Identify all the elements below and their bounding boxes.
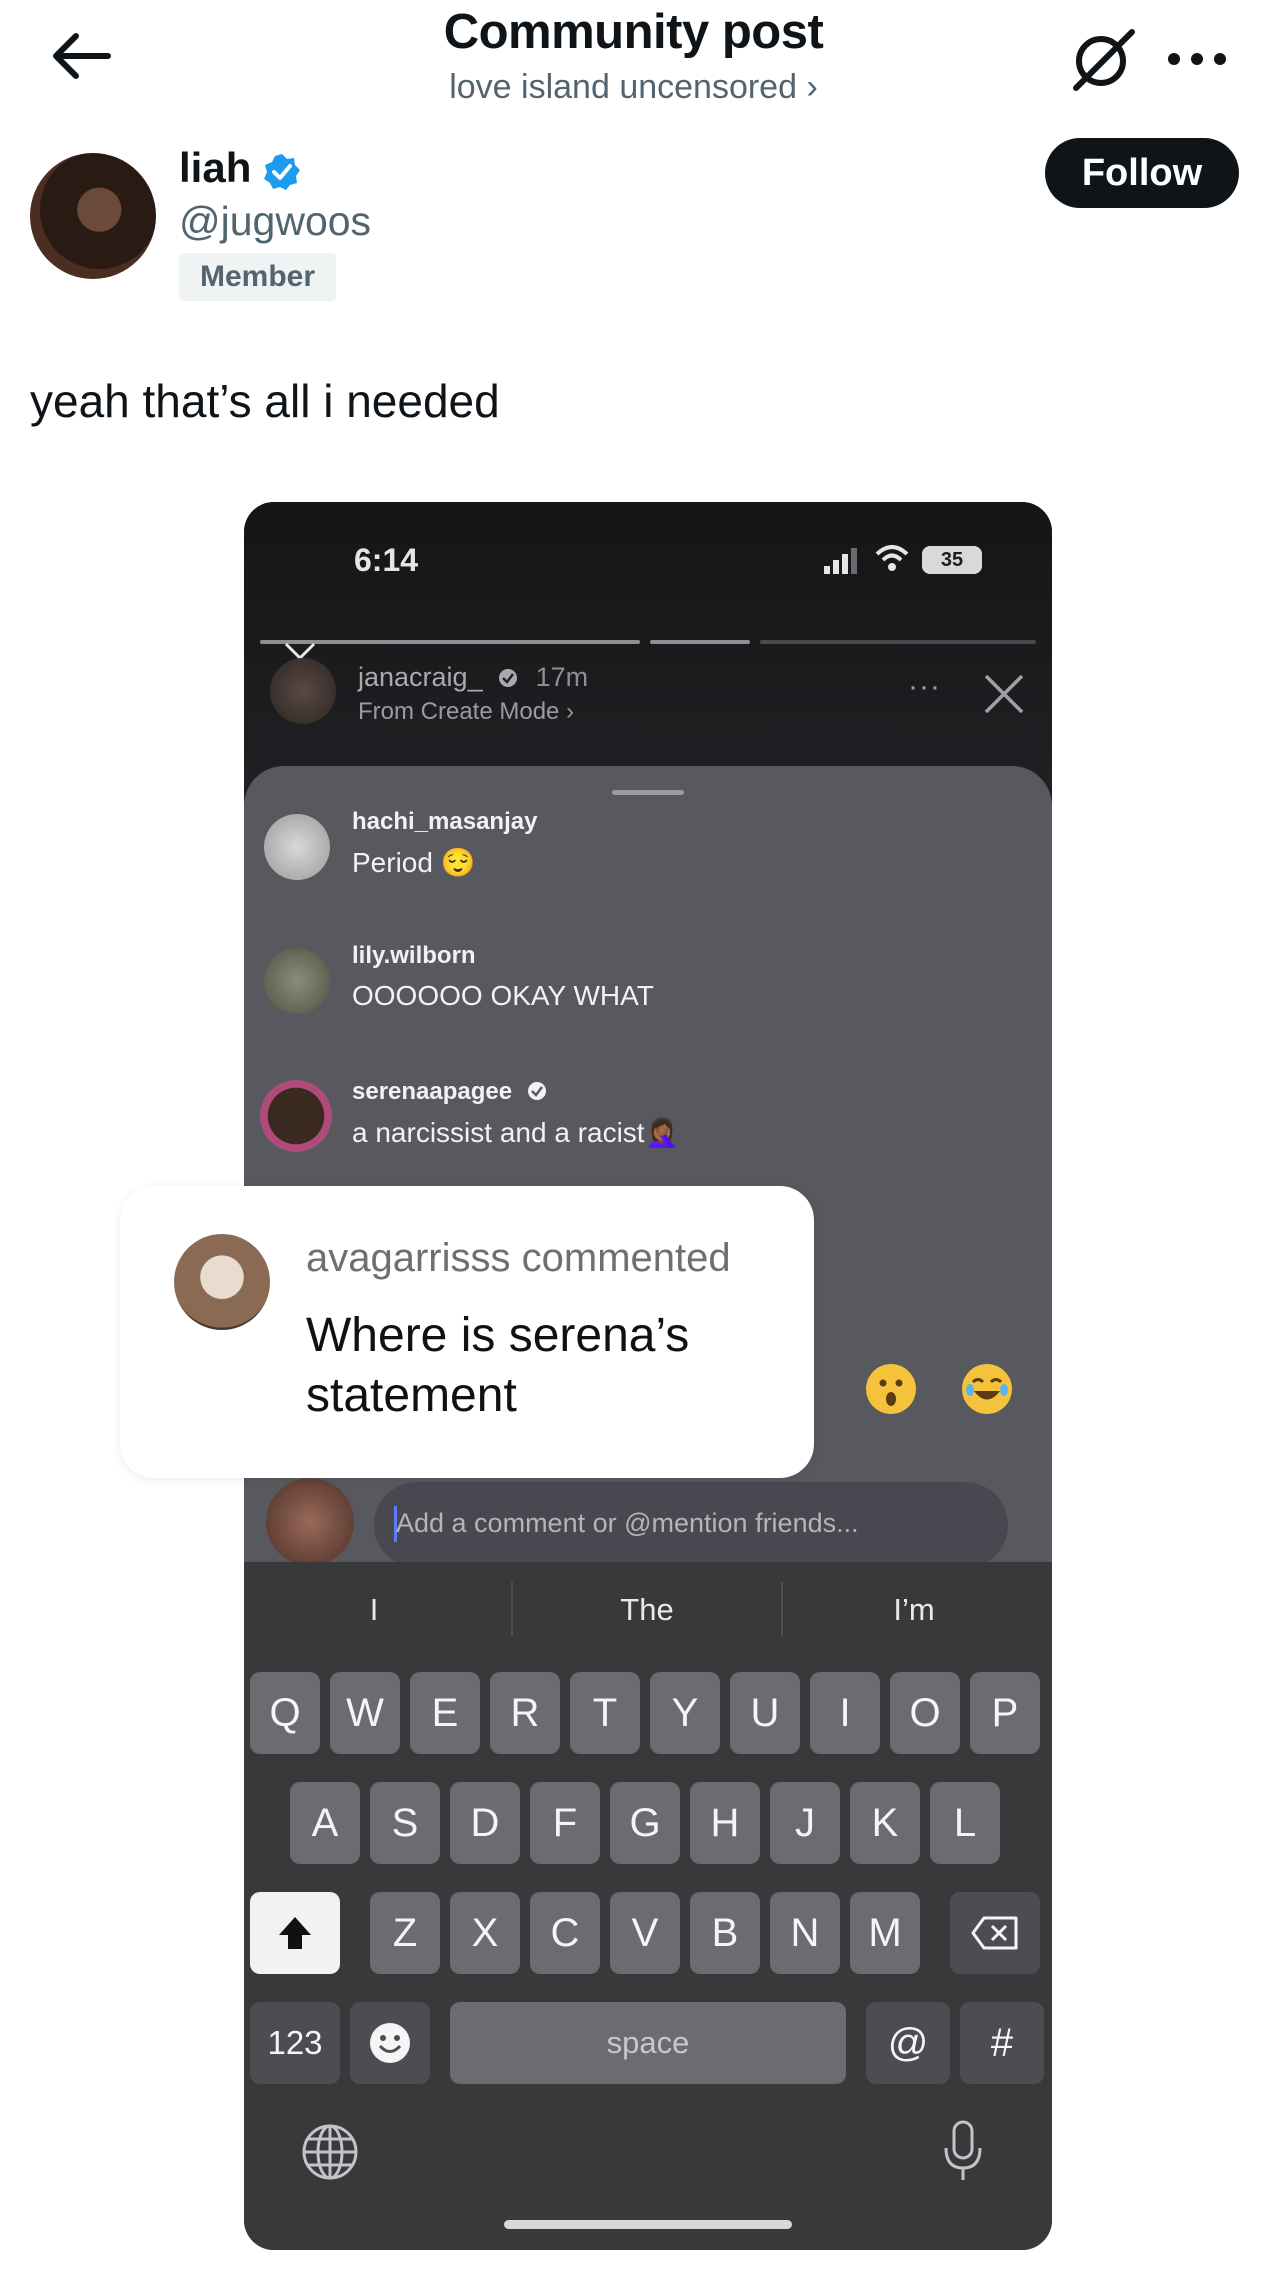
member-badge: Member bbox=[179, 253, 336, 301]
space-key[interactable]: space bbox=[450, 2002, 846, 2084]
suggestion-divider bbox=[781, 1582, 783, 1636]
comment-username[interactable]: hachi_masanjay bbox=[352, 808, 537, 836]
verified-badge-icon bbox=[499, 669, 518, 687]
key-k[interactable]: K bbox=[850, 1782, 920, 1864]
verified-badge-icon bbox=[264, 154, 300, 190]
suggestion-divider bbox=[511, 1582, 513, 1636]
comment-username[interactable]: serenaapagee bbox=[352, 1078, 547, 1106]
battery-icon: 35 bbox=[922, 546, 982, 574]
follow-button[interactable]: Follow bbox=[1045, 138, 1239, 208]
story-close-icon[interactable] bbox=[982, 672, 1026, 716]
home-indicator[interactable] bbox=[504, 2220, 792, 2229]
microphone-icon[interactable] bbox=[940, 2118, 986, 2184]
hash-key[interactable]: # bbox=[960, 2002, 1044, 2084]
key-y[interactable]: Y bbox=[650, 1672, 720, 1754]
story-more-icon[interactable]: ··· bbox=[908, 670, 941, 704]
key-l[interactable]: L bbox=[930, 1782, 1000, 1864]
key-w[interactable]: W bbox=[330, 1672, 400, 1754]
story-age: 17m bbox=[535, 662, 589, 692]
more-options-icon[interactable] bbox=[1162, 34, 1232, 84]
key-q[interactable]: Q bbox=[250, 1672, 320, 1754]
commenter-avatar[interactable] bbox=[264, 948, 330, 1014]
globe-icon[interactable] bbox=[300, 2122, 360, 2182]
story-avatar[interactable] bbox=[270, 658, 336, 724]
key-b[interactable]: B bbox=[690, 1892, 760, 1974]
key-v[interactable]: V bbox=[610, 1892, 680, 1974]
author-avatar[interactable] bbox=[30, 153, 156, 279]
story-username[interactable]: janacraig_ 17m bbox=[358, 662, 588, 693]
overlay-comment-text: Where is serena’s statement bbox=[306, 1309, 690, 1422]
commented-header: avagarrisss commented bbox=[306, 1236, 731, 1280]
comment-text: Period 😌 bbox=[352, 847, 476, 878]
comment-text: OOOOOO OKAY WHAT bbox=[352, 980, 654, 1011]
key-e[interactable]: E bbox=[410, 1672, 480, 1754]
commenter-avatar bbox=[174, 1234, 270, 1330]
story-username-text: janacraig_ bbox=[358, 662, 483, 692]
key-g[interactable]: G bbox=[610, 1782, 680, 1864]
key-z[interactable]: Z bbox=[370, 1892, 440, 1974]
status-time: 6:14 bbox=[354, 542, 419, 578]
story-progress-segment bbox=[650, 640, 750, 644]
comment-username[interactable]: lily.wilborn bbox=[352, 942, 476, 970]
backspace-key[interactable] bbox=[950, 1892, 1040, 1974]
key-r[interactable]: R bbox=[490, 1672, 560, 1754]
verified-badge-icon bbox=[527, 1082, 546, 1100]
emoji-key[interactable] bbox=[350, 2002, 430, 2084]
comment-placeholder: Add a comment or @mention friends... bbox=[396, 1508, 859, 1538]
key-j[interactable]: J bbox=[770, 1782, 840, 1864]
key-d[interactable]: D bbox=[450, 1782, 520, 1864]
suggestion-item[interactable]: I’m bbox=[814, 1592, 1014, 1628]
signal-icon bbox=[824, 548, 857, 574]
story-progress-segment bbox=[760, 640, 1036, 644]
key-a[interactable]: A bbox=[290, 1782, 360, 1864]
key-c[interactable]: C bbox=[530, 1892, 600, 1974]
key-p[interactable]: P bbox=[970, 1672, 1040, 1754]
commenter-avatar[interactable] bbox=[264, 814, 330, 880]
comment-text: a narcissist and a racist🤦🏾‍♀️ bbox=[352, 1117, 680, 1148]
emoji-icon bbox=[370, 2023, 410, 2063]
sheet-grabber[interactable] bbox=[612, 790, 684, 795]
key-o[interactable]: O bbox=[890, 1672, 960, 1754]
wifi-icon bbox=[875, 545, 909, 571]
key-u[interactable]: U bbox=[730, 1672, 800, 1754]
key-i[interactable]: I bbox=[810, 1672, 880, 1754]
numbers-key[interactable]: 123 bbox=[250, 2002, 340, 2084]
author-name[interactable]: liah bbox=[179, 144, 251, 192]
my-avatar[interactable] bbox=[266, 1478, 354, 1566]
suggestion-item[interactable]: The bbox=[547, 1592, 747, 1628]
overlay-comment-card: avagarrisss commented Where is serena’s … bbox=[120, 1186, 814, 1478]
backspace-icon bbox=[971, 1916, 1018, 1950]
suggestion-item[interactable]: I bbox=[274, 1592, 474, 1628]
key-s[interactable]: S bbox=[370, 1782, 440, 1864]
story-subtitle[interactable]: From Create Mode › bbox=[358, 698, 574, 726]
grok-icon[interactable] bbox=[1068, 24, 1138, 94]
key-f[interactable]: F bbox=[530, 1782, 600, 1864]
key-t[interactable]: T bbox=[570, 1672, 640, 1754]
surprised-emoji-icon[interactable] bbox=[866, 1364, 916, 1414]
at-key[interactable]: @ bbox=[866, 2002, 950, 2084]
comment-input[interactable]: Add a comment or @mention friends... bbox=[374, 1482, 1008, 1568]
shift-key[interactable] bbox=[250, 1892, 340, 1974]
post-text: yeah that’s all i needed bbox=[30, 375, 500, 427]
battery-level: 35 bbox=[940, 549, 964, 571]
shift-icon bbox=[279, 1917, 311, 1949]
key-x[interactable]: X bbox=[450, 1892, 520, 1974]
key-n[interactable]: N bbox=[770, 1892, 840, 1974]
keyboard: I The I’m Q W E R T Y U I O P A S D F G … bbox=[244, 1562, 1052, 2250]
key-h[interactable]: H bbox=[690, 1782, 760, 1864]
commenter-avatar[interactable] bbox=[260, 1080, 332, 1152]
key-m[interactable]: M bbox=[850, 1892, 920, 1974]
laughing-emoji-icon[interactable] bbox=[962, 1364, 1012, 1414]
comment-username-text: serenaapagee bbox=[352, 1078, 513, 1105]
author-handle[interactable]: @jugwoos bbox=[179, 198, 371, 245]
